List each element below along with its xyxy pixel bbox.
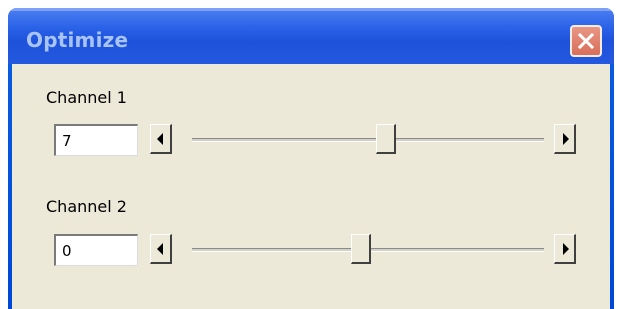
optimize-dialog: Optimize Channel 1 7 Channel 2 0 — [8, 8, 614, 309]
channel-2-decrement-button[interactable] — [150, 234, 172, 264]
title-bar[interactable]: Optimize — [8, 8, 614, 64]
channel-1-label: Channel 1 — [46, 88, 127, 107]
window-title: Optimize — [26, 28, 129, 52]
channel-1-value-field[interactable]: 7 — [54, 124, 138, 156]
channel-2-increment-button[interactable] — [554, 234, 576, 264]
arrow-right-icon — [563, 243, 569, 255]
channel-1-slider-thumb[interactable] — [376, 124, 396, 154]
channel-1-slider-track[interactable] — [192, 138, 544, 142]
close-button[interactable] — [570, 25, 602, 57]
channel-2-slider-thumb[interactable] — [351, 234, 371, 264]
dialog-body: Channel 1 7 Channel 2 0 — [12, 64, 610, 309]
arrow-right-icon — [563, 133, 569, 145]
close-icon — [577, 32, 595, 50]
channel-1-decrement-button[interactable] — [150, 124, 172, 154]
arrow-left-icon — [157, 133, 163, 145]
channel-1-increment-button[interactable] — [554, 124, 576, 154]
channel-2-label: Channel 2 — [46, 197, 127, 216]
channel-2-value-field[interactable]: 0 — [54, 234, 138, 266]
arrow-left-icon — [157, 243, 163, 255]
